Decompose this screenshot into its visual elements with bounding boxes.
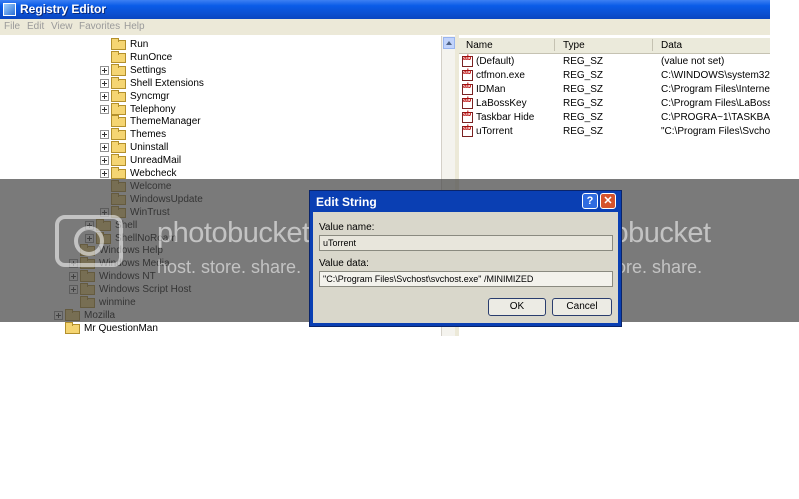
window-title: Registry Editor [20,2,107,16]
tree-item-label: UnreadMail [130,155,182,167]
value-name: (Default) [476,56,515,67]
value-type: REG_SZ [563,126,604,137]
value-type: REG_SZ [563,70,604,81]
value-row[interactable]: LaBossKey REG_SZ C:\Program Files\LaBoss\L… [459,97,770,111]
dialog-title: Edit String [316,195,377,209]
folder-icon [111,154,126,167]
column-data[interactable]: Data [661,40,682,51]
menu-help[interactable]: Help [124,21,145,32]
cancel-button[interactable]: Cancel [552,298,612,316]
tree-item-label: Themes [130,129,167,141]
tree-item-label: ThemeManager [130,116,201,128]
value-data: C:\Program Files\LaBoss\LABOSS [661,98,770,109]
value-row[interactable]: ctfmon.exe REG_SZ C:\WINDOWS\system32\ctfm… [459,69,770,83]
value-data: C:\PROGRA~1\TASKBA~1\Taskbar [661,112,770,123]
scroll-up-arrow-icon[interactable] [443,37,455,49]
tree-item-label: Settings [130,64,167,76]
expand-plus-icon[interactable] [100,130,109,140]
column-divider[interactable] [652,39,653,51]
expand-plus-icon[interactable] [100,169,109,178]
expand-plus-icon[interactable] [100,91,109,101]
value-type: REG_SZ [563,112,604,123]
value-name-label: Value name: [319,222,375,233]
value-data-field[interactable]: "C:\Program Files\Svchost\svchost.exe" /… [319,271,613,287]
watermark-brand: photobucket [157,217,310,249]
string-value-icon [462,55,473,67]
menu-favorites[interactable]: Favorites [79,21,120,32]
value-data: C:\WINDOWS\system32\ctfmon.exe [661,70,770,81]
folder-icon [111,89,126,102]
watermark-tagline: host. store. share. [157,257,302,277]
expand-plus-icon[interactable] [100,156,109,166]
value-name: IDMan [476,84,506,95]
value-row[interactable]: uTorrent REG_SZ "C:\Program Files\Svchost\… [459,125,770,139]
value-data: "C:\Program Files\Svchost\svchost [661,126,770,137]
folder-icon [111,50,126,63]
expand-plus-icon[interactable] [100,104,109,114]
value-row[interactable]: IDMan REG_SZ C:\Program Files\Internet Dow… [459,83,770,97]
tree-item-label: Run [130,39,149,50]
title-bar: Registry Editor [0,0,770,19]
help-button[interactable]: ? [582,193,598,209]
ok-button[interactable]: OK [488,298,546,316]
value-row[interactable]: (Default) REG_SZ (value not set) [459,55,770,69]
menu-bar: File Edit View Favorites Help [0,19,770,35]
close-button[interactable]: ✕ [600,193,616,209]
value-name-field[interactable]: uTorrent [319,235,613,251]
column-divider[interactable] [554,39,555,51]
folder-icon [111,141,126,154]
expand-plus-icon[interactable] [100,65,109,75]
tree-item-label: Telephony [130,103,176,115]
tree-item-label: Mr QuestionMan [84,322,158,334]
column-type[interactable]: Type [563,40,585,51]
value-name: LaBossKey [476,98,527,109]
expand-plus-icon[interactable] [100,78,109,88]
expand-plus-icon[interactable] [100,143,109,153]
folder-icon [111,128,126,141]
value-type: REG_SZ [563,84,604,95]
folder-icon [111,102,126,115]
string-value-icon [462,111,473,123]
value-name: uTorrent [476,126,513,137]
string-value-icon [462,69,473,81]
column-name[interactable]: Name [466,40,493,51]
value-type: REG_SZ [563,98,604,109]
value-data-label: Value data: [319,258,369,269]
edit-string-dialog: Edit String ? ✕ Value name: uTorrent Val… [309,190,622,327]
value-data: (value not set) [661,56,725,67]
folder-icon [111,63,126,76]
value-type: REG_SZ [563,56,604,67]
dialog-body: Value name: uTorrent Value data: "C:\Pro… [313,212,618,323]
folder-icon [111,167,126,179]
folder-icon [111,76,126,89]
string-value-icon [462,125,473,137]
string-value-icon [462,83,473,95]
menu-edit[interactable]: Edit [27,21,44,32]
tree-item-label: Syncmgr [130,90,170,102]
value-data: C:\Program Files\Internet Download [661,84,770,95]
list-header: Name Type Data [459,38,770,54]
camera-logo-icon [55,215,123,267]
folder-icon [65,321,80,334]
menu-view[interactable]: View [51,21,73,32]
folder-icon [111,115,126,128]
folder-icon [111,38,126,50]
menu-file[interactable]: File [4,21,20,32]
value-name: ctfmon.exe [476,70,525,81]
tree-item-label: Uninstall [130,142,169,154]
string-value-icon [462,97,473,109]
value-row[interactable]: Taskbar Hide REG_SZ C:\PROGRA~1\TASKBA~1\T… [459,111,770,125]
tree-item-label: RunOnce [130,51,173,63]
registry-editor-icon [3,3,16,16]
value-name: Taskbar Hide [476,112,535,123]
tree-item-label: Shell Extensions [130,77,204,89]
